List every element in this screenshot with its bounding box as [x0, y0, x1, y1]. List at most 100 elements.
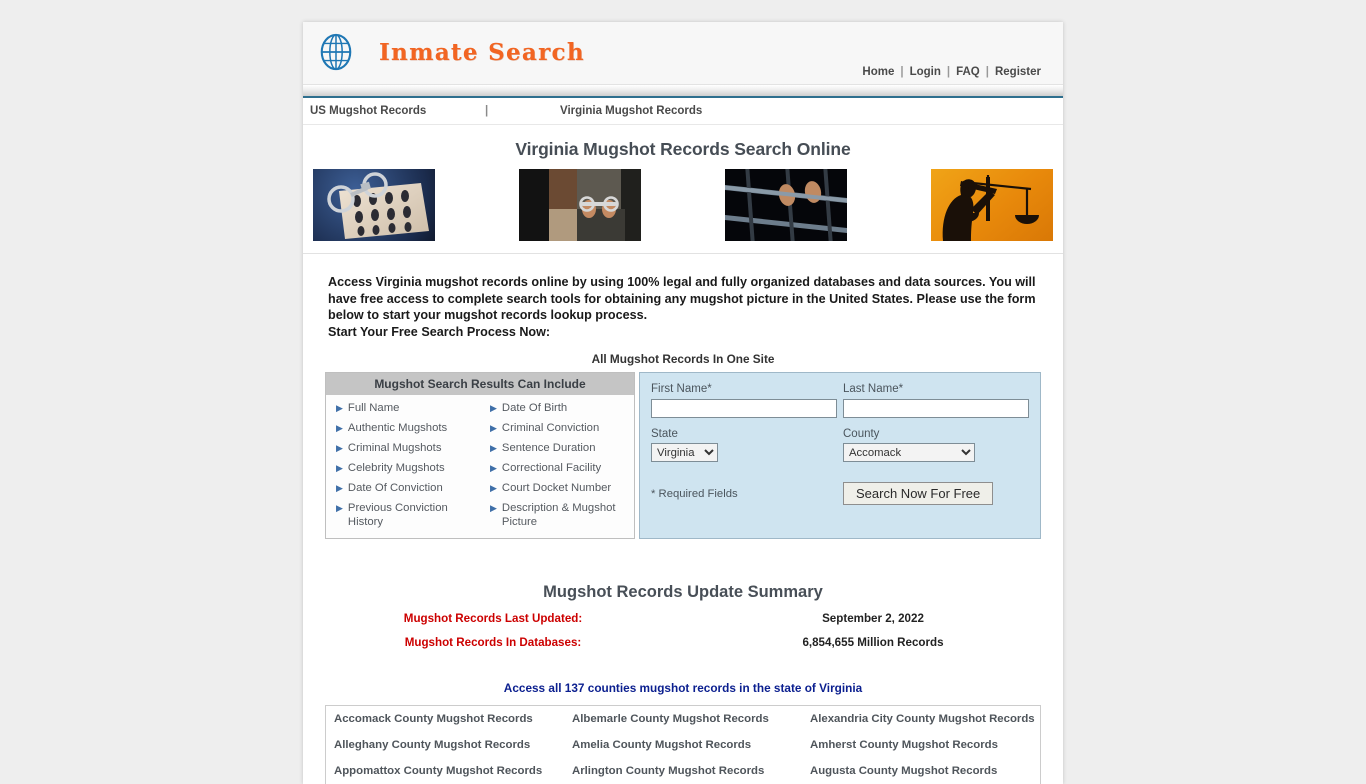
page-container: Inmate Search Home | Login | FAQ | Register US… — [303, 22, 1063, 784]
county-link-cell[interactable]: Albemarle County Mugshot Records — [564, 706, 802, 732]
triangle-bullet-icon: ▶ — [336, 423, 343, 433]
features-panel: Mugshot Search Results Can Include ▶ Full… — [325, 372, 635, 539]
feature-label: Criminal Conviction — [501, 422, 600, 434]
county-link[interactable]: Appomattox County Mugshot Records — [334, 765, 542, 777]
feature-label: Description & Mugshot Picture — [501, 502, 616, 528]
state-select[interactable]: Virginia — [651, 443, 718, 462]
feature-item: ▶ Date Of Birth — [480, 398, 634, 418]
feature-label: Date Of Birth — [501, 402, 568, 414]
triangle-bullet-icon: ▶ — [336, 483, 343, 493]
feature-item: ▶ Description & Mugshot Picture — [480, 498, 634, 532]
last-name-label: Last Name* — [843, 383, 904, 395]
intro-paragraph: Access Virginia mugshot records online b… — [328, 275, 1036, 322]
feature-label: Authentic Mugshots — [347, 422, 448, 434]
handcuffs-fingerprint-card-image — [313, 169, 435, 241]
intro-cta: Start Your Free Search Process Now: — [328, 324, 551, 339]
triangle-bullet-icon: ▶ — [490, 483, 497, 493]
features-left-column: ▶ Full Name ▶ Authentic Mugshots ▶ Criminal… — [326, 398, 480, 532]
summary-row: Mugshot Records Last Updated: September … — [303, 612, 1063, 625]
triangle-bullet-icon: ▶ — [336, 463, 343, 473]
site-header: Inmate Search Home | Login | FAQ | Register — [303, 22, 1063, 85]
header-nav: Home | Login | FAQ | Register — [858, 66, 1045, 78]
table-row: Alleghany County Mugshot Records Amelia … — [326, 732, 1040, 758]
feature-label: Court Docket Number — [501, 482, 612, 494]
county-link-cell[interactable]: Amherst County Mugshot Records — [802, 732, 1040, 758]
nav-login-link[interactable]: Login — [906, 66, 945, 78]
county-link[interactable]: Arlington County Mugshot Records — [572, 765, 764, 777]
summary-title: Mugshot Records Update Summary — [543, 583, 823, 601]
nav-home-link[interactable]: Home — [858, 66, 898, 78]
county-link-cell[interactable]: Arlington County Mugshot Records — [564, 758, 802, 784]
nav-register-link[interactable]: Register — [991, 66, 1045, 78]
feature-label: Previous Conviction History — [347, 502, 448, 528]
county-link[interactable]: Amelia County Mugshot Records — [572, 739, 751, 751]
feature-label: Full Name — [347, 402, 400, 414]
hands-on-jail-bars-image — [725, 169, 847, 241]
feature-item: ▶ Previous Conviction History — [326, 498, 480, 532]
county-link-cell[interactable]: Alleghany County Mugshot Records — [326, 732, 564, 758]
summary-value: September 2, 2022 — [822, 612, 924, 625]
county-link[interactable]: Amherst County Mugshot Records — [810, 739, 998, 751]
feature-item: ▶ Date Of Conviction — [326, 478, 480, 498]
feature-label: Date Of Conviction — [347, 482, 443, 494]
feature-item: ▶ Celebrity Mugshots — [326, 458, 480, 478]
county-link-cell[interactable]: Amelia County Mugshot Records — [564, 732, 802, 758]
search-now-button[interactable]: Search Now For Free — [843, 482, 994, 505]
feature-label: Correctional Facility — [501, 462, 602, 474]
nav-separator: | — [946, 66, 951, 78]
counties-access-note: Access all 137 counties mugshot records … — [503, 681, 863, 695]
county-link-cell[interactable]: Alexandria City County Mugshot Records — [802, 706, 1040, 732]
county-link[interactable]: Alleghany County Mugshot Records — [334, 739, 530, 751]
feature-item: ▶ Court Docket Number — [480, 478, 634, 498]
breadcrumb-virginia-records-link[interactable]: Virginia Mugshot Records — [560, 105, 702, 117]
breadcrumb-us-records-link[interactable]: US Mugshot Records — [310, 105, 426, 117]
feature-item: ▶ Sentence Duration — [480, 438, 634, 458]
features-right-column: ▶ Date Of Birth ▶ Criminal Conviction ▶ Sen… — [480, 398, 634, 532]
feature-label: Sentence Duration — [501, 442, 596, 454]
logo[interactable]: Inmate Search — [317, 33, 585, 71]
feature-label: Criminal Mugshots — [347, 442, 442, 454]
triangle-bullet-icon: ▶ — [490, 503, 497, 513]
table-row: Accomack County Mugshot Records Albemarl… — [326, 706, 1040, 732]
first-name-input[interactable] — [651, 398, 837, 418]
triangle-bullet-icon: ▶ — [336, 403, 343, 413]
summary-value: 6,854,655 Million Records — [802, 636, 944, 649]
breadcrumb-separator: | — [485, 105, 489, 117]
triangle-bullet-icon: ▶ — [490, 463, 497, 473]
county-link[interactable]: Albemarle County Mugshot Records — [572, 713, 769, 725]
site-logo-text: Inmate Search — [379, 38, 585, 66]
header-divider-band — [303, 85, 1063, 98]
handcuffed-person-image — [519, 169, 641, 241]
county-link-cell[interactable]: Appomattox County Mugshot Records — [326, 758, 564, 784]
first-name-label: First Name* — [651, 383, 712, 395]
image-strip — [303, 160, 1063, 254]
feature-item: ▶ Full Name — [326, 398, 480, 418]
summary-label: Mugshot Records Last Updated: — [403, 612, 583, 625]
features-panel-title: Mugshot Search Results Can Include — [326, 373, 634, 395]
triangle-bullet-icon: ▶ — [490, 423, 497, 433]
search-section: Mugshot Search Results Can Include ▶ Full… — [303, 372, 1063, 539]
feature-item: ▶ Criminal Mugshots — [326, 438, 480, 458]
summary-row: Mugshot Records In Databases: 6,854,655 … — [303, 636, 1063, 649]
feature-item: ▶ Authentic Mugshots — [326, 418, 480, 438]
county-link[interactable]: Accomack County Mugshot Records — [334, 713, 533, 725]
triangle-bullet-icon: ▶ — [490, 443, 497, 453]
nav-faq-link[interactable]: FAQ — [952, 66, 984, 78]
required-fields-note: * Required Fields — [651, 487, 738, 500]
feature-item: ▶ Correctional Facility — [480, 458, 634, 478]
breadcrumb: US Mugshot Records | Virginia Mugshot Reco… — [303, 98, 1063, 125]
county-label: County — [843, 427, 880, 440]
county-link[interactable]: Alexandria City County Mugshot Records — [810, 713, 1035, 725]
triangle-bullet-icon: ▶ — [336, 503, 343, 513]
state-label: State — [651, 427, 678, 440]
nav-separator: | — [985, 66, 989, 78]
county-link-cell[interactable]: Augusta County Mugshot Records — [802, 758, 1040, 784]
county-link-cell[interactable]: Accomack County Mugshot Records — [326, 706, 564, 732]
county-link[interactable]: Augusta County Mugshot Records — [810, 765, 997, 777]
triangle-bullet-icon: ▶ — [490, 403, 497, 413]
last-name-input[interactable] — [843, 398, 1029, 418]
triangle-bullet-icon: ▶ — [336, 443, 343, 453]
county-select[interactable]: Accomack — [843, 443, 975, 462]
page-title: Virginia Mugshot Records Search Online — [515, 139, 851, 159]
intro-subhead: All Mugshot Records In One Site — [591, 352, 775, 366]
